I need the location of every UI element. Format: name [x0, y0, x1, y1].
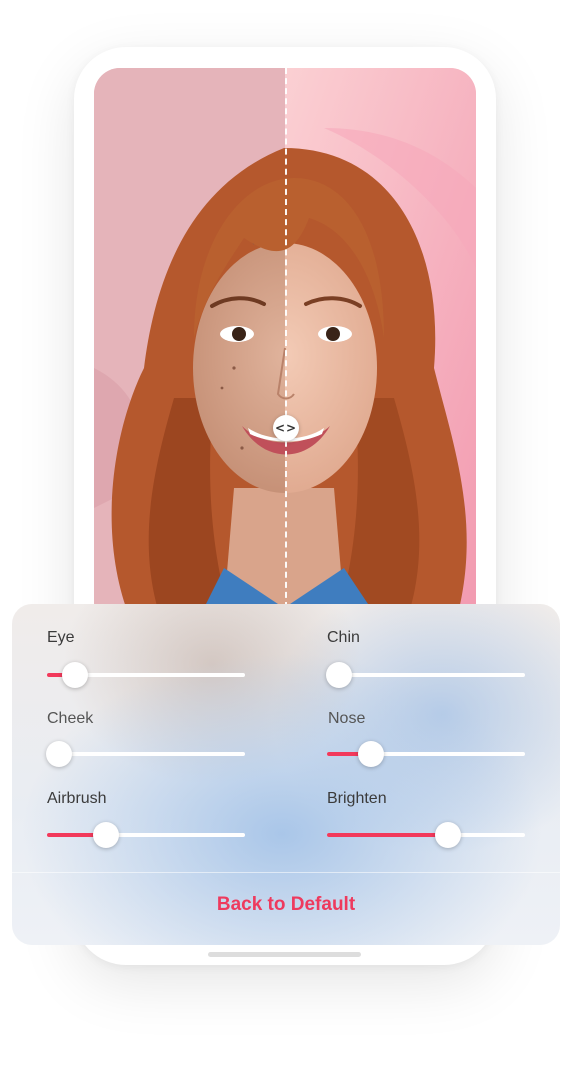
panel-divider: [12, 872, 560, 873]
eye-slider[interactable]: [47, 662, 245, 688]
cheek-label: Cheek: [47, 710, 94, 727]
home-indicator: [208, 952, 361, 957]
eye-label: Eye: [47, 629, 75, 646]
adjustment-panel: Eye Chin Cheek Nose Airbrush Brighten Ba…: [12, 604, 560, 945]
compare-arrows-label: <>: [274, 421, 298, 435]
chin-slider[interactable]: [325, 662, 525, 688]
cheek-slider-thumb[interactable]: [45, 741, 72, 767]
cheek-slider[interactable]: [45, 741, 245, 767]
brighten-slider-thumb[interactable]: [434, 822, 461, 848]
eye-slider-thumb[interactable]: [61, 662, 88, 688]
compare-divider-line[interactable]: [285, 68, 287, 608]
nose-slider-thumb[interactable]: [357, 741, 384, 767]
back-to-default-button[interactable]: Back to Default: [186, 894, 386, 924]
brighten-label: Brighten: [327, 790, 387, 807]
chin-label: Chin: [327, 629, 360, 646]
brighten-slider-fill: [327, 833, 448, 837]
chin-slider-thumb[interactable]: [325, 662, 352, 688]
airbrush-label: Airbrush: [47, 790, 107, 807]
nose-slider[interactable]: [327, 741, 525, 767]
brighten-slider[interactable]: [327, 822, 525, 848]
airbrush-slider[interactable]: [47, 822, 245, 848]
compare-handle-icon[interactable]: <>: [273, 415, 299, 441]
airbrush-slider-thumb[interactable]: [93, 822, 120, 848]
nose-label: Nose: [328, 710, 366, 727]
